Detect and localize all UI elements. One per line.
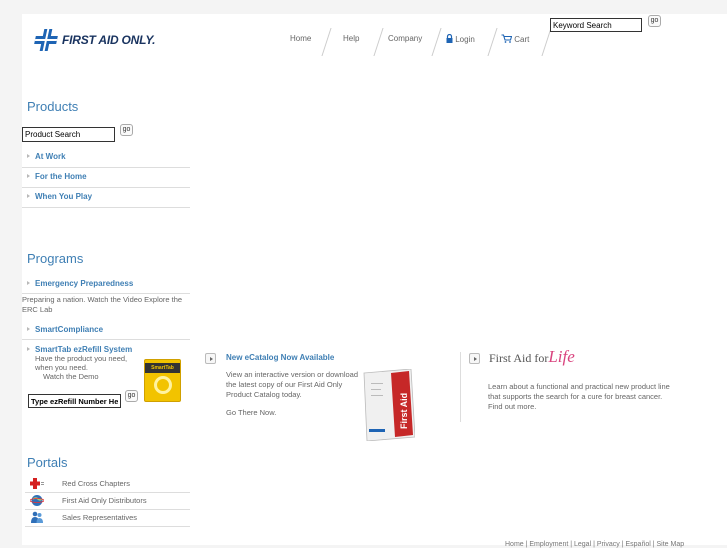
keyword-search-input[interactable] bbox=[550, 18, 642, 32]
programs-heading: Programs bbox=[27, 251, 84, 266]
emergency-description: Preparing a nation. Watch the Video Expl… bbox=[22, 295, 183, 314]
products-link-for-the-home[interactable]: For the Home bbox=[27, 172, 190, 181]
ecatalog-link[interactable]: Go There Now. bbox=[226, 408, 276, 418]
divider bbox=[22, 339, 190, 340]
products-heading: Products bbox=[27, 99, 79, 114]
life-play-button[interactable] bbox=[469, 353, 480, 364]
ecatalog-line-3: Product Catalog today. bbox=[226, 390, 302, 399]
logo-text: FIRST AID ONLY. bbox=[62, 33, 156, 47]
divider bbox=[22, 187, 190, 188]
products-link-at-work[interactable]: At Work bbox=[27, 152, 190, 161]
life-line-2: that supports the search for a cure for … bbox=[488, 392, 663, 401]
programs-link-emergency-preparedness[interactable]: Emergency Preparedness bbox=[27, 279, 190, 288]
nav-divider bbox=[321, 28, 332, 56]
nav-login-label: Login bbox=[455, 35, 475, 44]
portal-sales-reps[interactable]: Sales Representatives bbox=[22, 510, 190, 526]
first-aid-only-logo[interactable]: FIRST AID ONLY. bbox=[33, 29, 156, 51]
red-cross-icon bbox=[30, 478, 44, 489]
page: FIRST AID ONLY. Home Help Company Login … bbox=[22, 14, 727, 548]
nav-login[interactable]: Login bbox=[446, 33, 475, 44]
programs-link-smarttab[interactable]: SmartTab ezRefill System bbox=[27, 345, 190, 354]
ecatalog-line-2: the latest copy of our First Aid Only bbox=[226, 380, 343, 389]
product-search-input[interactable] bbox=[22, 127, 115, 142]
people-icon bbox=[31, 511, 43, 523]
nav-help[interactable]: Help bbox=[343, 34, 359, 43]
cart-icon bbox=[501, 34, 513, 43]
products-link-when-you-play[interactable]: When You Play bbox=[27, 192, 190, 201]
ezrefill-number-input[interactable] bbox=[28, 394, 121, 408]
life-line-1: Learn about a functional and practical n… bbox=[488, 382, 670, 391]
nav-divider bbox=[541, 28, 552, 56]
ezrefill-go-button[interactable]: go bbox=[125, 390, 138, 402]
product-search-go-button[interactable]: go bbox=[120, 124, 133, 136]
refill-ring-icon bbox=[153, 376, 172, 394]
nav-cart[interactable]: Cart bbox=[501, 34, 529, 44]
lock-icon bbox=[446, 33, 453, 43]
life-link[interactable]: Find out more. bbox=[488, 402, 536, 412]
first-aid-cross-icon bbox=[33, 29, 60, 51]
nav-divider bbox=[487, 28, 498, 56]
smarttab-product-image: SmartTab bbox=[144, 359, 181, 402]
globe-icon bbox=[30, 495, 44, 506]
portal-red-cross[interactable]: Red Cross Chapters bbox=[22, 476, 190, 492]
programs-link-smartcompliance[interactable]: SmartCompliance bbox=[27, 325, 190, 334]
portal-label: Red Cross Chapters bbox=[62, 479, 130, 488]
smarttab-watch-demo-link[interactable]: Watch the Demo bbox=[43, 372, 99, 382]
divider bbox=[25, 526, 190, 527]
ecatalog-title[interactable]: New eCatalog Now Available bbox=[226, 353, 334, 362]
nav-divider bbox=[431, 28, 442, 56]
divider bbox=[22, 167, 190, 168]
arrow-icon bbox=[27, 154, 30, 158]
catalog-cover-text: First Aid bbox=[399, 393, 409, 429]
arrow-icon bbox=[27, 281, 30, 285]
portal-label: Sales Representatives bbox=[62, 513, 138, 522]
arrow-icon bbox=[27, 347, 30, 351]
arrow-icon bbox=[27, 174, 30, 178]
divider bbox=[22, 207, 190, 208]
catalog-cover-image: First Aid bbox=[363, 369, 415, 441]
life-brand-prefix: First Aid for bbox=[489, 351, 549, 365]
arrow-icon bbox=[27, 327, 30, 331]
portal-distributors[interactable]: First Aid Only Distributors bbox=[22, 493, 190, 509]
ecatalog-play-button[interactable] bbox=[205, 353, 216, 364]
promo-divider bbox=[460, 352, 461, 422]
nav-company[interactable]: Company bbox=[388, 34, 422, 43]
first-aid-for-life-logo[interactable]: First Aid forLife bbox=[489, 347, 575, 367]
portal-label: First Aid Only Distributors bbox=[62, 496, 147, 505]
nav-home[interactable]: Home bbox=[290, 34, 311, 43]
nav-divider bbox=[373, 28, 384, 56]
life-brand-script: Life bbox=[548, 347, 575, 366]
arrow-icon bbox=[27, 194, 30, 198]
ecatalog-line-1: View an interactive version or download bbox=[226, 370, 359, 379]
smarttab-box-label: SmartTab bbox=[145, 363, 180, 373]
nav-cart-label: Cart bbox=[514, 35, 530, 44]
divider bbox=[22, 293, 190, 294]
portals-heading: Portals bbox=[27, 455, 68, 470]
keyword-search-go-button[interactable]: go bbox=[648, 15, 661, 27]
